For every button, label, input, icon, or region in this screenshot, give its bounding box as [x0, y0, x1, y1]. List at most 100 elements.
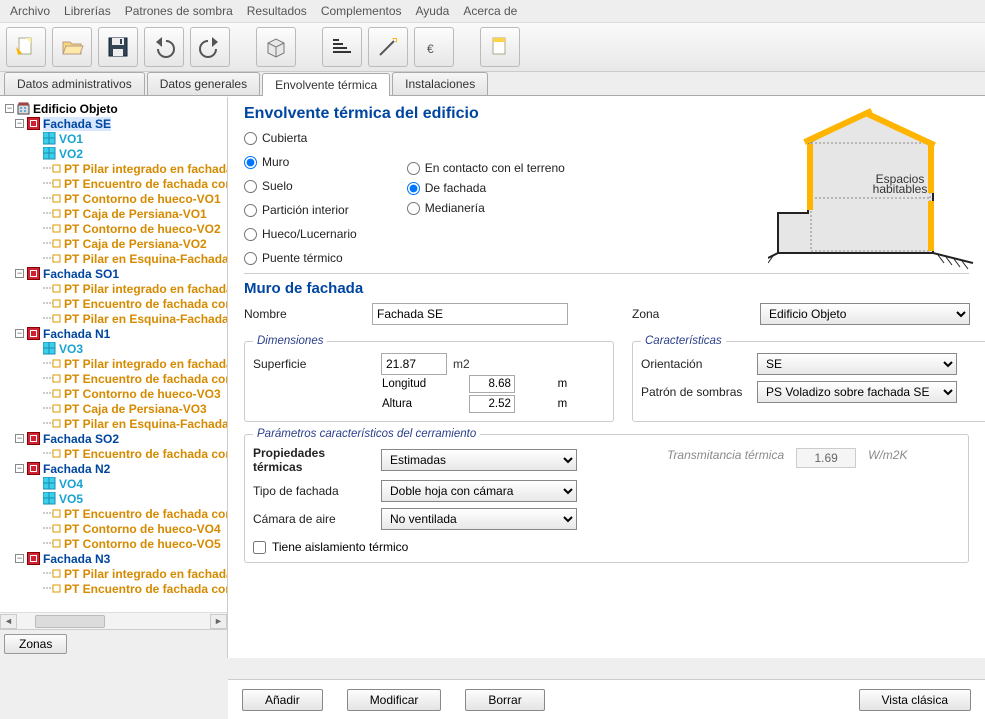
tree-row[interactable]: PT Contorno de hueco-VO1	[2, 191, 225, 206]
tree-row[interactable]: VO5	[2, 491, 225, 506]
tree-row[interactable]: −Fachada SO1	[2, 266, 225, 281]
tree-row[interactable]: PT Encuentro de fachada con	[2, 176, 225, 191]
radio-cubierta[interactable]: Cubierta	[244, 131, 357, 145]
menu-librerías[interactable]: Librerías	[64, 4, 111, 18]
tree-row[interactable]: PT Contorno de hueco-VO4	[2, 521, 225, 536]
tree-row[interactable]: PT Contorno de hueco-VO5	[2, 536, 225, 551]
tree-row[interactable]: PT Caja de Persiana-VO2	[2, 236, 225, 251]
tree-row[interactable]: VO2	[2, 146, 225, 161]
subradio-medianería[interactable]: Medianería	[407, 201, 565, 215]
radio-partición-interior[interactable]: Partición interior	[244, 203, 357, 217]
tree-row[interactable]: PT Caja de Persiana-VO3	[2, 401, 225, 416]
scroll-left-arrow[interactable]: ◄	[0, 614, 17, 629]
aislamiento-checkbox[interactable]	[253, 541, 266, 554]
tree-expand-icon[interactable]: −	[15, 119, 24, 128]
menu-complementos[interactable]: Complementos	[321, 4, 402, 18]
report-button[interactable]	[480, 27, 520, 67]
tab-instalaciones[interactable]: Instalaciones	[392, 72, 488, 95]
tree-row[interactable]: VO3	[2, 341, 225, 356]
radio-input[interactable]	[244, 228, 257, 241]
tree-row[interactable]: PT Pilar integrado en fachada	[2, 281, 225, 296]
tree-row[interactable]: PT Encuentro de fachada con	[2, 446, 225, 461]
radio-input[interactable]	[244, 156, 257, 169]
radio-input[interactable]	[244, 132, 257, 145]
radio-input[interactable]	[244, 180, 257, 193]
rating-button[interactable]	[322, 27, 362, 67]
tab-envolvente-térmica[interactable]: Envolvente térmica	[262, 73, 390, 96]
zonas-button[interactable]: Zonas	[4, 634, 67, 654]
vista-clasica-button[interactable]: Vista clásica	[859, 689, 971, 711]
radio-input[interactable]	[244, 204, 257, 217]
tree-row[interactable]: PT Pilar integrado en fachada	[2, 566, 225, 581]
tree-expand-icon[interactable]: −	[15, 269, 24, 278]
menu-acerca-de[interactable]: Acerca de	[463, 4, 517, 18]
patron-select[interactable]: PS Voladizo sobre fachada SE	[757, 381, 957, 403]
camara-select[interactable]: No ventilada	[381, 508, 577, 530]
tree-horizontal-scrollbar[interactable]: ◄ ►	[0, 612, 227, 629]
tipo-fachada-select[interactable]: Doble hoja con cámara	[381, 480, 577, 502]
navigation-tree[interactable]: −Edificio Objeto−Fachada SEVO1VO2PT Pila…	[0, 97, 227, 612]
measures-button[interactable]	[368, 27, 408, 67]
tree-row[interactable]: −Fachada SE	[2, 116, 225, 131]
zona-select[interactable]: Edificio Objeto	[760, 303, 970, 325]
modificar-button[interactable]: Modificar	[347, 689, 442, 711]
orientacion-select[interactable]: SE	[757, 353, 957, 375]
scroll-thumb[interactable]	[35, 615, 105, 628]
tree-row[interactable]: PT Encuentro de fachada con	[2, 506, 225, 521]
nombre-input[interactable]	[372, 303, 568, 325]
tree-row[interactable]: VO1	[2, 131, 225, 146]
save-file-button[interactable]	[98, 27, 138, 67]
radio-input[interactable]	[407, 162, 420, 175]
radio-input[interactable]	[407, 182, 420, 195]
tree-row[interactable]: −Edificio Objeto	[2, 101, 225, 116]
menu-ayuda[interactable]: Ayuda	[416, 4, 450, 18]
menu-patrones-de-sombra[interactable]: Patrones de sombra	[125, 4, 233, 18]
tab-datos-administrativos[interactable]: Datos administrativos	[4, 72, 145, 95]
tab-datos-generales[interactable]: Datos generales	[147, 72, 260, 95]
radio-hueco-lucernario[interactable]: Hueco/Lucernario	[244, 227, 357, 241]
borrar-button[interactable]: Borrar	[465, 689, 544, 711]
tree-expand-icon[interactable]: −	[15, 554, 24, 563]
radio-muro[interactable]: Muro	[244, 155, 357, 169]
undo-button[interactable]	[144, 27, 184, 67]
altura-input[interactable]	[469, 395, 515, 413]
tree-expand-icon[interactable]: −	[5, 104, 14, 113]
radio-input[interactable]	[244, 252, 257, 265]
tree-row[interactable]: PT Pilar en Esquina-Fachada	[2, 311, 225, 326]
longitud-input[interactable]	[469, 375, 515, 393]
tree-row[interactable]: PT Contorno de hueco-VO3	[2, 386, 225, 401]
radio-puente-térmico[interactable]: Puente térmico	[244, 251, 357, 265]
tree-row[interactable]: −Fachada N2	[2, 461, 225, 476]
scroll-track[interactable]	[17, 614, 210, 629]
tree-expand-icon[interactable]: −	[15, 434, 24, 443]
menu-archivo[interactable]: Archivo	[10, 4, 50, 18]
anadir-button[interactable]: Añadir	[242, 689, 323, 711]
subradio-de-fachada[interactable]: De fachada	[407, 181, 565, 195]
tree-row[interactable]: PT Encuentro de fachada con	[2, 371, 225, 386]
tree-row[interactable]: PT Pilar integrado en fachada	[2, 161, 225, 176]
new-file-button[interactable]	[6, 27, 46, 67]
tree-row[interactable]: PT Contorno de hueco-VO2	[2, 221, 225, 236]
tree-row[interactable]: −Fachada N1	[2, 326, 225, 341]
tree-row[interactable]: VO4	[2, 476, 225, 491]
tree-row[interactable]: −Fachada N3	[2, 551, 225, 566]
tree-expand-icon[interactable]: −	[15, 329, 24, 338]
library-button[interactable]	[256, 27, 296, 67]
cost-button[interactable]: €	[414, 27, 454, 67]
tree-row[interactable]: PT Encuentro de fachada con	[2, 296, 225, 311]
tree-row[interactable]: PT Pilar en Esquina-Fachada	[2, 416, 225, 431]
open-file-button[interactable]	[52, 27, 92, 67]
tree-row[interactable]: PT Pilar integrado en fachada	[2, 356, 225, 371]
tree-row[interactable]: −Fachada SO2	[2, 431, 225, 446]
tree-expand-icon[interactable]: −	[15, 464, 24, 473]
radio-suelo[interactable]: Suelo	[244, 179, 357, 193]
tree-row[interactable]: PT Encuentro de fachada con	[2, 581, 225, 596]
tree-row[interactable]: PT Pilar en Esquina-Fachada	[2, 251, 225, 266]
scroll-right-arrow[interactable]: ►	[210, 614, 227, 629]
tree-row[interactable]: PT Caja de Persiana-VO1	[2, 206, 225, 221]
subradio-en-contacto-con-el-terreno[interactable]: En contacto con el terreno	[407, 161, 565, 175]
menu-resultados[interactable]: Resultados	[247, 4, 307, 18]
redo-button[interactable]	[190, 27, 230, 67]
superficie-input[interactable]	[381, 353, 447, 375]
radio-input[interactable]	[407, 202, 420, 215]
